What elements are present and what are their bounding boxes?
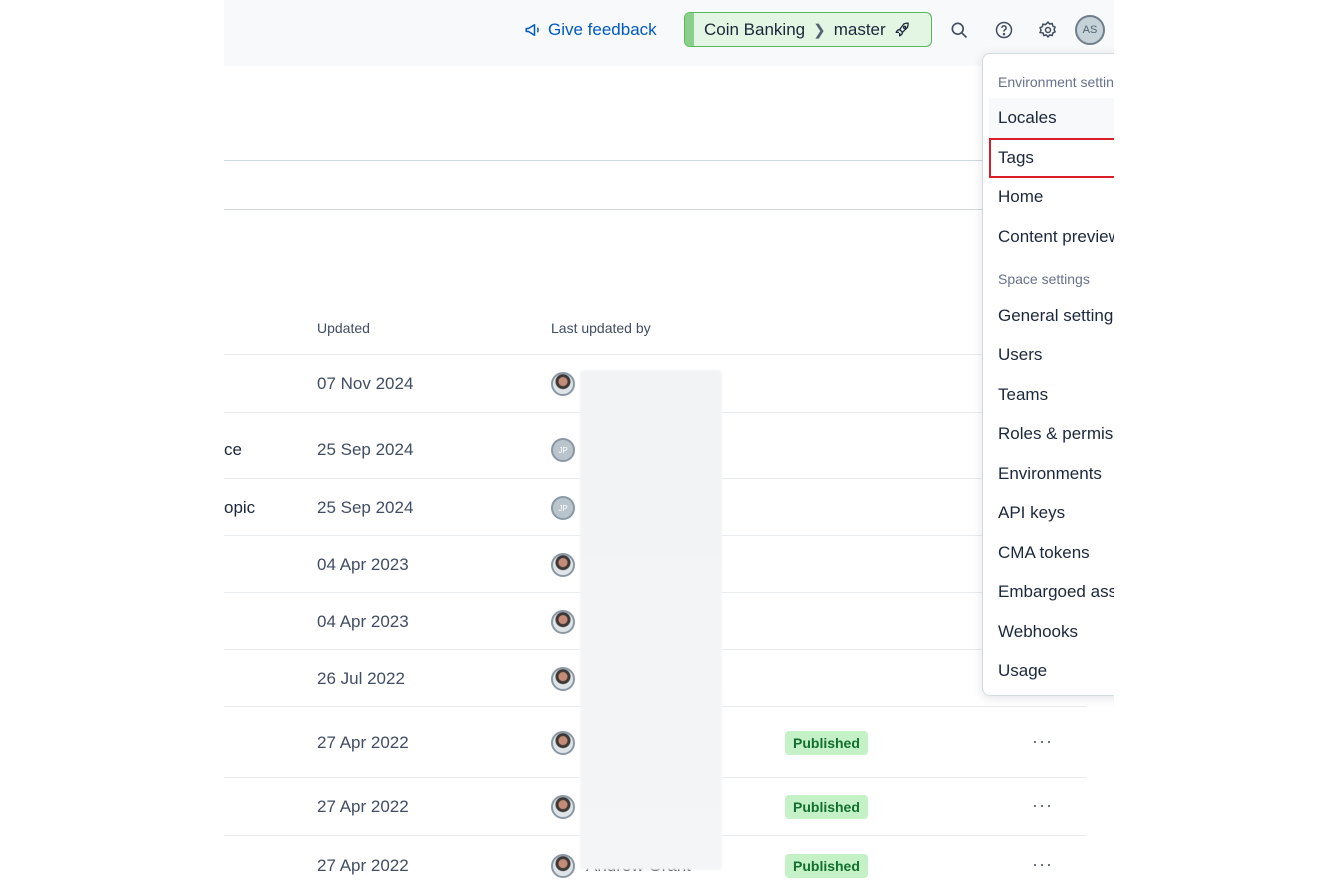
- updated-date: 26 Jul 2022: [317, 669, 405, 688]
- column-header-updated[interactable]: Updated: [317, 320, 370, 336]
- environment-color-stripe: [685, 13, 694, 46]
- user-avatar-small: [551, 854, 575, 878]
- updated-date: 27 Apr 2022: [317, 797, 409, 816]
- user-avatar-small: JP: [551, 438, 575, 462]
- updated-date: 25 Sep 2024: [317, 440, 414, 459]
- status-badge: Published: [785, 795, 868, 819]
- menu-item-environments[interactable]: Environments: [989, 454, 1114, 494]
- menu-item-locales[interactable]: Locales: [989, 98, 1114, 138]
- chevron-right-icon: ❯: [813, 21, 826, 39]
- entry-title[interactable]: opic: [224, 498, 255, 518]
- entry-title[interactable]: ce: [224, 440, 242, 460]
- menu-item-embargoed-assets[interactable]: Embargoed assets: [989, 572, 1114, 612]
- updated-date: 27 Apr 2022: [317, 733, 409, 752]
- user-avatar-small: [551, 553, 575, 577]
- space-settings-heading: Space settings: [998, 271, 1090, 287]
- menu-item-cma-tokens[interactable]: CMA tokens: [989, 533, 1114, 573]
- updated-date: 25 Sep 2024: [317, 498, 414, 517]
- menu-item-general-settings[interactable]: General settings: [989, 296, 1114, 336]
- menu-item-users[interactable]: Users: [989, 335, 1114, 375]
- environment-name: master: [833, 19, 886, 39]
- user-avatar-small: [551, 731, 575, 755]
- column-header-last-updated-by[interactable]: Last updated by: [551, 320, 651, 336]
- user-avatar-small: JP: [551, 496, 575, 520]
- gear-icon: [1039, 20, 1057, 39]
- megaphone-icon: [525, 24, 539, 36]
- help-button[interactable]: [988, 14, 1020, 46]
- status-badge: Published: [785, 854, 868, 878]
- settings-dropdown-menu: Environment settings Locales Tags Home C…: [982, 53, 1114, 696]
- search-button[interactable]: [943, 14, 975, 46]
- menu-item-api-keys[interactable]: API keys: [989, 493, 1114, 533]
- menu-item-usage[interactable]: Usage: [989, 651, 1114, 691]
- updated-date: 04 Apr 2023: [317, 555, 409, 574]
- settings-button[interactable]: [1032, 14, 1064, 46]
- help-icon: [995, 21, 1013, 39]
- menu-item-tags[interactable]: Tags: [989, 138, 1114, 178]
- user-avatar-small: [551, 610, 575, 634]
- menu-item-webhooks[interactable]: Webhooks: [989, 612, 1114, 652]
- status-badge: Published: [785, 731, 868, 755]
- give-feedback-link[interactable]: Give feedback: [524, 18, 657, 42]
- app-window: Give feedback Coin Banking ❯ master AS e…: [224, 0, 1114, 884]
- main-content: er Updated Last updated by 07 Nov 2024ce…: [224, 66, 1114, 884]
- give-feedback-label: Give feedback: [548, 20, 657, 39]
- more-actions-icon[interactable]: ···: [1032, 731, 1053, 752]
- search-icon: [951, 22, 968, 39]
- space-name: Coin Banking: [704, 19, 806, 39]
- user-avatar[interactable]: AS: [1075, 15, 1105, 45]
- menu-item-content-preview[interactable]: Content preview: [989, 217, 1114, 257]
- user-avatar-small: [551, 667, 575, 691]
- updated-date: 07 Nov 2024: [317, 374, 414, 393]
- updated-date: 04 Apr 2023: [317, 612, 409, 631]
- rocket-icon: [895, 22, 909, 37]
- search-filter-bar[interactable]: [224, 160, 1086, 210]
- redacted-user-names: [580, 370, 722, 870]
- menu-item-home[interactable]: Home: [989, 177, 1114, 217]
- more-actions-icon[interactable]: ···: [1032, 854, 1053, 875]
- menu-item-roles-permissions[interactable]: Roles & permissions: [989, 414, 1114, 454]
- updated-date: 27 Apr 2022: [317, 856, 409, 875]
- top-bar: Give feedback Coin Banking ❯ master AS: [224, 0, 1114, 66]
- environment-switcher[interactable]: Coin Banking ❯ master: [684, 12, 932, 47]
- environment-settings-heading: Environment settings: [998, 74, 1114, 90]
- user-avatar-small: [551, 795, 575, 819]
- more-actions-icon[interactable]: ···: [1032, 795, 1053, 816]
- menu-item-teams[interactable]: Teams: [989, 375, 1114, 415]
- user-avatar-small: [551, 372, 575, 396]
